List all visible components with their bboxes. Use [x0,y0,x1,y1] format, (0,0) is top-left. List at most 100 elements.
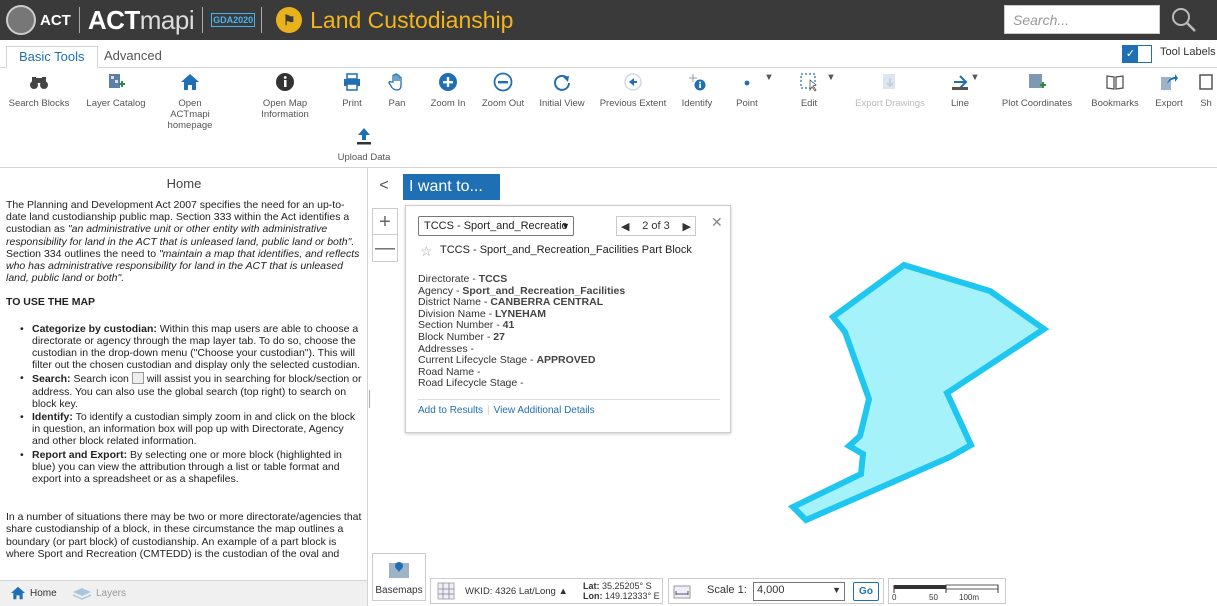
pan-label: Pan [388,98,406,109]
back-arrow-icon [624,73,642,91]
layer-catalog-button[interactable]: Layer Catalog [84,72,148,109]
list-item: Search: Search icon will assist you in s… [20,372,362,410]
home-panel: Home The Planning and Development Act 20… [0,168,368,580]
checkmark-icon: ✓ [1123,46,1138,62]
point-dropdown[interactable]: ▼ [762,72,776,83]
chevron-down-icon: ▼ [832,585,841,595]
zoom-out-label: Zoom Out [481,98,525,109]
print-label: Print [342,98,362,109]
home-icon [11,586,25,600]
basemaps-label: Basemaps [375,585,423,596]
edit-button[interactable]: Edit [794,72,824,109]
panel-tabs: Home Layers [0,580,368,606]
attribute-value: Sport_and_Recreation_Facilities [462,284,626,297]
act-government-seal-icon [6,5,36,35]
open-homepage-button[interactable]: Open ACTmapi homepage [158,72,222,131]
bookmarks-button[interactable]: Bookmarks [1090,72,1140,109]
zoom-out-button[interactable]: Zoom Out [478,72,528,109]
layer-select[interactable]: TCCS - Sport_and_Recreatio ▼ [418,216,574,236]
line-dropdown[interactable]: ▼ [968,72,982,83]
pager-text: 2 of 3 [642,220,670,232]
tab-basic-tools[interactable]: Basic Tools [6,46,98,68]
basemaps-icon [389,562,409,578]
intro-paragraph: The Planning and Development Act 2007 sp… [6,199,360,285]
info-icon [276,73,294,91]
open-book-icon [1106,75,1124,90]
attribute-row: Road Lifecycle Stage - [418,378,625,390]
result-pager: ◀ 2 of 3 ▶ [616,216,696,236]
app-title: Land Custodianship [310,6,514,33]
zoom-out-icon [493,72,513,92]
identify-button[interactable]: Identify [680,72,714,109]
previous-extent-button[interactable]: Previous Extent [596,72,670,109]
selected-parcel[interactable] [787,261,1050,524]
map-zoom-out-button[interactable]: — [373,235,397,261]
i-want-to-button[interactable]: I want to... [403,174,500,200]
zoom-in-button[interactable]: Zoom In [426,72,470,109]
previous-result-button[interactable]: ◀ [621,220,629,233]
next-result-button[interactable]: ▶ [683,220,691,233]
open-map-information-button[interactable]: Open Map Information [252,72,318,120]
pan-button[interactable]: Pan [382,72,412,109]
chevron-down-icon: ▼ [970,72,980,83]
attribute-key: Addresses - [418,342,475,355]
open-map-information-label: Open Map Information [261,98,309,120]
initial-view-label: Initial View [539,98,585,109]
instructions-list: Categorize by custodian: Within this map… [20,323,362,486]
upload-data-button[interactable]: Upload Data [336,126,392,163]
collapse-panel-button[interactable]: < [371,173,397,199]
outro-paragraph: In a number of situations there may be t… [6,511,362,560]
global-search-input[interactable]: Search... [1004,5,1160,34]
upload-data-label: Upload Data [337,152,391,163]
attribute-value: 27 [493,330,505,343]
attribute-value: LYNEHAM [495,307,546,320]
plot-coordinates-button[interactable]: Plot Coordinates [1000,72,1074,109]
initial-view-button[interactable]: Initial View [536,72,588,109]
map-zoom-in-button[interactable]: + [373,209,397,235]
printer-icon [344,73,360,91]
tool-tabs: Basic Tools Advanced [0,40,1217,68]
tool-labels-toggle[interactable]: ✓ [1122,45,1152,63]
act-label: ACT [40,11,71,29]
export-label: Export [1155,98,1183,109]
add-to-results-link[interactable]: Add to Results [418,405,483,416]
list-item: Categorize by custodian: Within this map… [20,323,362,372]
edit-dropdown[interactable]: ▼ [824,72,838,83]
search-blocks-button[interactable]: Search Blocks [8,72,70,109]
search-icon[interactable] [1170,6,1198,34]
gda-label: GDA2020 [211,13,256,27]
list-item: Identify: To identify a custodian simply… [20,411,362,448]
scale-label: Scale 1: [707,584,747,596]
wkid-selector[interactable]: WKID: 4326 Lat/Long ▲ [465,586,568,597]
tab-layers[interactable]: Layers [72,586,126,600]
export-button[interactable]: Export [1150,72,1188,109]
go-button[interactable]: Go [853,582,879,601]
bookmarks-label: Bookmarks [1091,98,1139,109]
print-button[interactable]: Print [337,72,367,109]
basemaps-button[interactable]: Basemaps [372,553,426,601]
header-divider [78,7,80,33]
scale-select[interactable]: 4,000 ▼ [753,582,845,601]
attribute-list: Directorate - TCCS Agency - Sport_and_Rec… [418,273,626,390]
tab-advanced[interactable]: Advanced [92,46,174,68]
gda2020-logo: GDA2020 [211,6,256,34]
attribute-key: District Name - [418,296,491,309]
coordinate-readout[interactable]: WKID: 4326 Lat/Long ▲ Lat: 35.25205° S L… [430,578,663,604]
close-icon[interactable]: ✕ [711,214,723,231]
share-icon [1199,74,1213,90]
scale-rule-end: 100m [959,593,980,602]
link-separator: | [487,405,490,416]
export-drawings-button[interactable]: Export Drawings [852,72,928,109]
tab-home[interactable]: Home [10,586,57,600]
view-additional-details-link[interactable]: View Additional Details [494,405,595,416]
tool-labels-label: Tool Labels [1160,46,1216,58]
attribute-value: 41 [502,319,515,332]
layer-catalog-icon [109,74,125,88]
star-icon[interactable]: ☆ [420,243,433,260]
share-button[interactable]: Sh [1196,72,1216,109]
actmapi-logo[interactable]: ACTmapi [88,5,195,36]
point-button[interactable]: Point [732,72,762,109]
list-item: Report and Export: By selecting one or m… [20,449,362,486]
attribute-value: TCCS [478,273,508,285]
plot-coordinates-label: Plot Coordinates [1001,98,1073,109]
